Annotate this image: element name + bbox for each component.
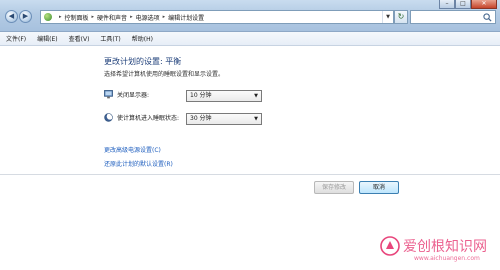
advanced-power-settings-link[interactable]: 更改高级电源设置(C) xyxy=(104,145,161,154)
menu-bar: 文件(F) 编辑(E) 查看(V) 工具(T) 帮助(H) xyxy=(0,32,500,46)
address-dropdown-icon[interactable]: ▼ xyxy=(382,11,393,23)
back-button[interactable]: ◀ xyxy=(5,10,18,23)
breadcrumb: ▸ 控制面板 ▸ 硬件和声音 ▸ 电源选项 ▸ 编辑计划设置 xyxy=(56,13,204,22)
display-off-select[interactable]: 10 分钟 ▼ xyxy=(186,90,262,102)
search-input[interactable] xyxy=(410,10,496,24)
chevron-down-icon: ▼ xyxy=(254,116,258,122)
moon-icon xyxy=(104,113,113,122)
breadcrumb-separator-icon: ▸ xyxy=(91,14,95,20)
menu-view[interactable]: 查看(V) xyxy=(67,33,92,44)
watermark-logo-icon xyxy=(380,236,400,256)
divider xyxy=(0,174,500,175)
search-icon[interactable] xyxy=(483,13,492,22)
setting-row-display-off: 关闭显示器: xyxy=(104,90,192,99)
window-caption-buttons: – □ ✕ xyxy=(439,0,497,9)
monitor-icon xyxy=(104,90,113,99)
sleep-label: 使计算机进入睡眠状态: xyxy=(117,115,180,122)
display-off-label: 关闭显示器: xyxy=(117,92,150,99)
sleep-select[interactable]: 30 分钟 ▼ xyxy=(186,113,262,125)
display-off-value: 10 分钟 xyxy=(190,92,212,99)
watermark-text: 爱创根知识网 xyxy=(403,239,487,255)
breadcrumb-power-options[interactable]: 电源选项 xyxy=(136,13,160,22)
minimize-icon[interactable]: – xyxy=(439,0,455,9)
breadcrumb-separator-icon: ▸ xyxy=(59,14,62,20)
forward-button[interactable]: ▶ xyxy=(19,10,32,23)
breadcrumb-edit-plan-settings[interactable]: 编辑计划设置 xyxy=(168,13,204,22)
maximize-icon[interactable]: □ xyxy=(455,0,471,9)
breadcrumb-separator-icon: ▸ xyxy=(130,14,133,20)
menu-tools[interactable]: 工具(T) xyxy=(98,33,122,44)
breadcrumb-separator-icon: ▸ xyxy=(162,14,166,20)
sleep-value: 30 分钟 xyxy=(190,115,212,122)
menu-help[interactable]: 帮助(H) xyxy=(130,33,155,44)
restore-defaults-link[interactable]: 还原此计划的默认设置(R) xyxy=(104,159,173,168)
page-description: 选择希望计算机使用的睡眠设置和显示设置。 xyxy=(104,71,225,78)
refresh-icon[interactable]: ↻ xyxy=(394,10,408,24)
menu-edit[interactable]: 编辑(E) xyxy=(35,33,59,44)
save-button[interactable]: 保存修改 xyxy=(314,181,354,194)
control-panel-icon xyxy=(43,12,53,22)
watermark: 爱创根知识网 xyxy=(380,236,487,256)
watermark-url: www.aichuangen.com xyxy=(414,255,480,262)
chevron-down-icon: ▼ xyxy=(254,93,258,99)
close-icon[interactable]: ✕ xyxy=(471,0,497,9)
menu-file[interactable]: 文件(F) xyxy=(4,33,28,44)
breadcrumb-control-panel[interactable]: 控制面板 xyxy=(65,13,89,22)
cancel-button[interactable]: 取消 xyxy=(359,181,399,194)
setting-row-sleep: 使计算机进入睡眠状态: xyxy=(104,113,192,122)
breadcrumb-hardware-sound[interactable]: 硬件和声音 xyxy=(97,13,127,22)
page-title: 更改计划的设置: 平衡 xyxy=(104,57,182,66)
address-bar[interactable]: ▸ 控制面板 ▸ 硬件和声音 ▸ 电源选项 ▸ 编辑计划设置 ▼ xyxy=(40,10,394,24)
title-bar: ◀ ▶ ▸ 控制面板 ▸ 硬件和声音 ▸ 电源选项 ▸ 编辑计划设置 ▼ ↻ –… xyxy=(0,0,500,32)
